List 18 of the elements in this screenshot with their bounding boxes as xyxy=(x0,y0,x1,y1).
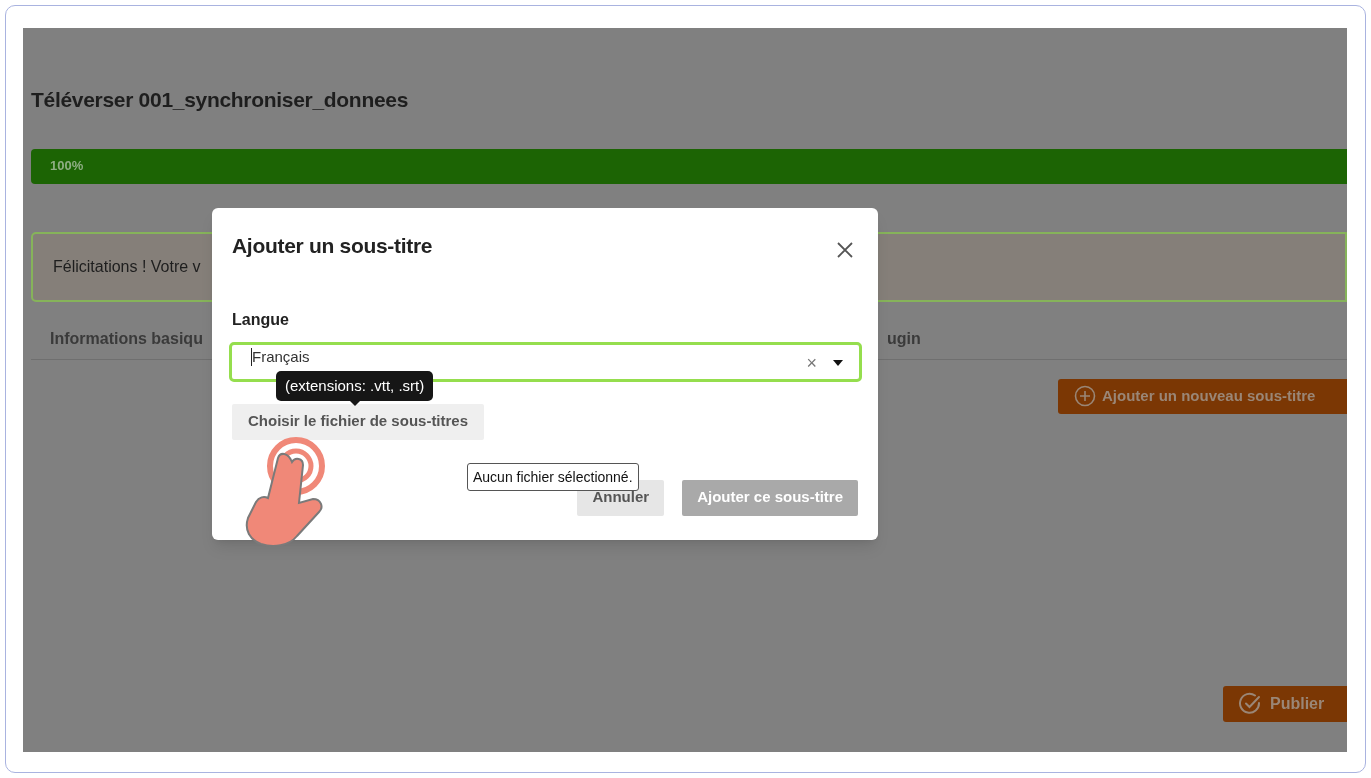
select-value: Français xyxy=(251,347,310,366)
tab[interactable]: Informations basiqu xyxy=(50,326,203,351)
caret-icon xyxy=(833,360,843,366)
dialog-title: Ajouter un sous-titre xyxy=(232,233,433,259)
progress-label: 100% xyxy=(50,157,84,176)
native-tooltip: Aucun fichier sélectionné. xyxy=(467,463,639,491)
choose-file-button[interactable]: Choisir le fichier de sous-titres xyxy=(232,403,485,440)
publish-button[interactable]: Publier xyxy=(1223,685,1347,722)
check-circle-icon xyxy=(1238,691,1262,716)
close-icon[interactable] xyxy=(836,240,854,259)
clear-button[interactable]: × xyxy=(806,349,817,377)
plus-circle-icon xyxy=(1074,385,1096,407)
field-label: Langue xyxy=(232,309,290,330)
page-title: Téléverser 001_synchroniser_donnees xyxy=(31,87,410,113)
tooltip: (extensions: .vtt, .srt) xyxy=(276,371,434,401)
add-subtitle-button[interactable]: Ajouter un nouveau sous-titre xyxy=(1058,378,1347,414)
tooltip-arrow-icon xyxy=(349,401,360,406)
tab[interactable]: ugin xyxy=(886,326,921,351)
